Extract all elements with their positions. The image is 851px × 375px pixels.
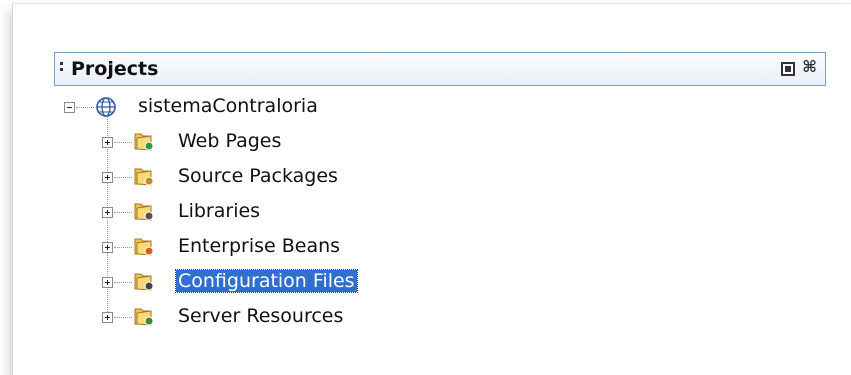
collapse-toggle-icon[interactable] [64,102,75,113]
maximize-window-button[interactable] [781,62,795,76]
tree-node-libraries[interactable]: Libraries [0,197,400,227]
tree-connector [114,142,132,144]
tree-node-enterprise-beans[interactable]: Enterprise Beans [0,232,400,262]
tree-node-label: Configuration Files [175,269,358,293]
panel-title: Projects [71,58,159,80]
server-resources-folder-icon [134,308,154,326]
tree-connector [114,212,132,214]
tree-node-label: Web Pages [178,130,282,152]
tree-node-source-packages[interactable]: Source Packages [0,162,400,192]
expand-toggle-icon[interactable] [102,172,113,183]
drag-grip-icon[interactable] [60,62,63,78]
tree-connector [114,317,132,319]
tree-node-label: Source Packages [178,165,338,187]
web-pages-folder-icon [134,133,154,151]
expand-toggle-icon[interactable] [102,207,113,218]
expand-toggle-icon[interactable] [102,242,113,253]
tree-node-label: sistemaContraloria [138,95,318,117]
project-globe-icon [96,97,116,117]
enterprise-beans-folder-icon [134,238,154,256]
tree-connector [76,107,94,109]
tree-node-server-resources[interactable]: Server Resources [0,302,400,332]
tree-node-web-pages[interactable]: Web Pages [0,127,400,157]
libraries-folder-icon [134,203,154,221]
tree-connector [114,177,132,179]
expand-toggle-icon[interactable] [102,277,113,288]
tree-connector [114,282,132,284]
expand-toggle-icon[interactable] [102,137,113,148]
tree-node-label: Server Resources [178,305,344,327]
projects-panel-header: Projects ⌘ [54,52,826,86]
close-window-button[interactable]: ⌘ [802,59,817,75]
expand-toggle-icon[interactable] [102,312,113,323]
tree-node-configuration-files[interactable]: Configuration Files [0,267,400,297]
tree-node-label: Enterprise Beans [178,235,341,257]
tree-node-root[interactable]: sistemaContraloria [0,92,400,122]
source-packages-folder-icon [134,168,154,186]
tree-node-label: Libraries [178,200,261,222]
configuration-files-folder-icon [134,273,154,291]
tree-connector [114,247,132,249]
